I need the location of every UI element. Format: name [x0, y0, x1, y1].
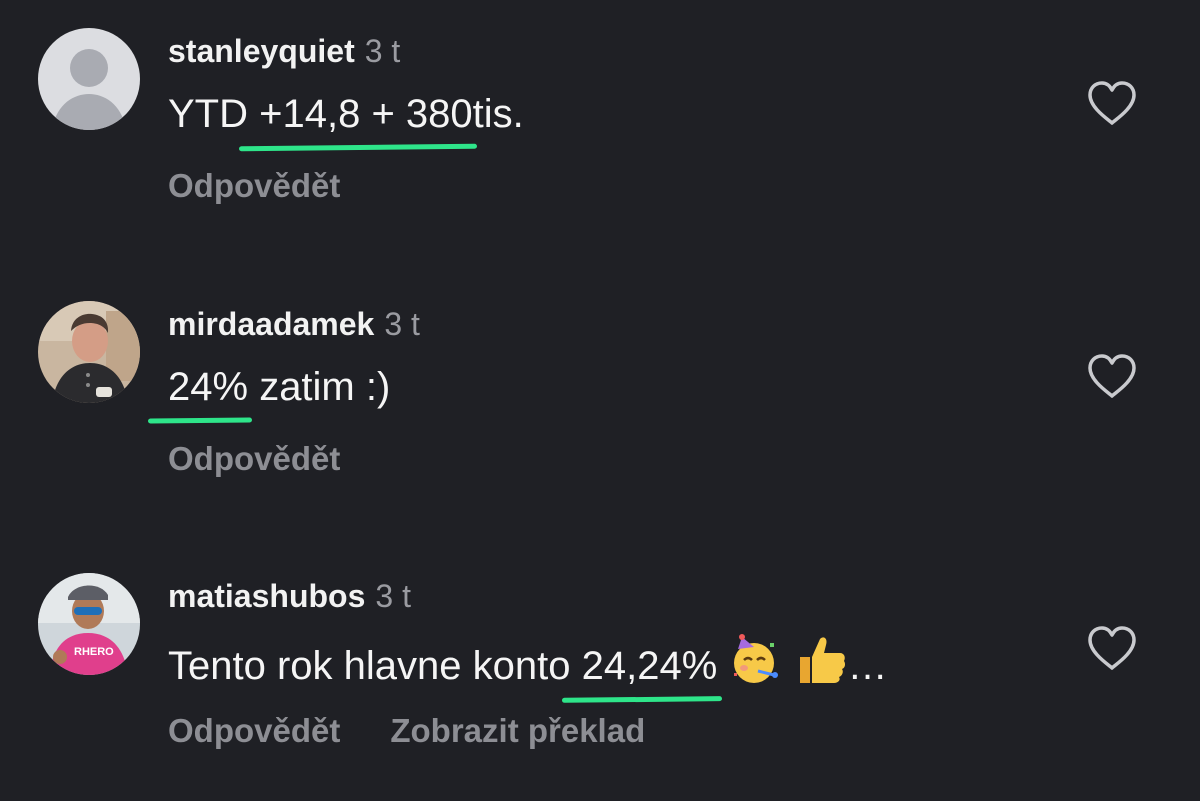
comment-item: mirdaadamek 3 t 24% zatim :) Odpovědět: [0, 273, 1200, 477]
comment-text-part: tis.: [472, 92, 524, 136]
comment-header: matiashubos 3 t: [168, 575, 411, 617]
reply-button[interactable]: Odpovědět: [168, 712, 340, 749]
comment-actions: Odpovědět: [168, 164, 390, 208]
reply-button[interactable]: Odpovědět: [168, 167, 340, 204]
comment-text-part: …: [847, 644, 888, 688]
timestamp: 3 t: [384, 306, 420, 342]
highlighted-text: 24%: [168, 361, 248, 413]
svg-text:RHERO: RHERO: [74, 646, 114, 658]
user-photo-icon: RHERO: [38, 573, 140, 675]
timestamp: 3 t: [375, 578, 411, 614]
comment-item: stanleyquiet 3 t YTD +14,8 + 380tis. Odpo…: [0, 0, 1200, 204]
avatar[interactable]: RHERO: [38, 573, 140, 675]
highlighted-text: 24,24%: [582, 640, 718, 692]
comment-actions: Odpovědět Zobrazit překlad: [168, 709, 695, 753]
reply-button[interactable]: Odpovědět: [168, 440, 340, 477]
username[interactable]: stanleyquiet: [168, 33, 355, 69]
default-user-avatar-icon: [38, 28, 140, 130]
translate-button[interactable]: Zobrazit překlad: [390, 712, 645, 749]
comment-text: YTD +14,8 + 380tis.: [168, 88, 524, 140]
heart-outline-icon[interactable]: [1086, 625, 1138, 671]
comment-text-part: zatim :): [259, 365, 391, 409]
heart-outline-icon[interactable]: [1086, 80, 1138, 126]
comment-header: mirdaadamek 3 t: [168, 303, 420, 345]
comment-text-part: YTD: [168, 92, 248, 136]
username[interactable]: mirdaadamek: [168, 306, 374, 342]
comments-list: stanleyquiet 3 t YTD +14,8 + 380tis. Odpo…: [0, 0, 1200, 801]
timestamp: 3 t: [364, 33, 401, 69]
avatar[interactable]: [38, 28, 140, 130]
username[interactable]: matiashubos: [168, 578, 365, 614]
heart-outline-icon[interactable]: [1086, 353, 1138, 399]
comment-actions: Odpovědět: [168, 437, 390, 481]
comment-item: RHERO matiashubos 3 t Tento rok hlavne ko…: [0, 545, 1200, 749]
highlighted-text: +14,8 + 380: [259, 88, 473, 140]
user-photo-icon: [38, 301, 140, 403]
comment-text: 24% zatim :): [168, 361, 390, 413]
partying-face-icon: [734, 634, 779, 683]
thumbs-up-icon: [799, 637, 845, 683]
comment-text-part: Tento rok hlavne konto: [168, 644, 571, 688]
comment-header: stanleyquiet 3 t: [168, 30, 400, 72]
avatar[interactable]: [38, 301, 140, 403]
comment-text: Tento rok hlavne konto 24,24% …: [168, 633, 888, 692]
